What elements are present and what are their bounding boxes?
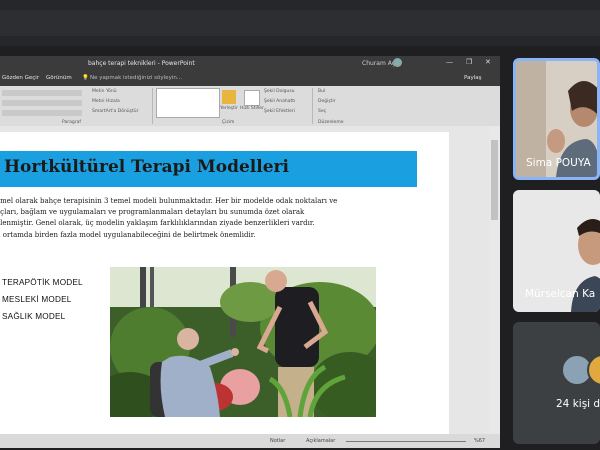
shape-effects-button[interactable]: Şekil Efektleri	[264, 109, 295, 114]
text-direction-button[interactable]: Metin Yönü	[92, 89, 117, 94]
paragraph-controls[interactable]	[2, 110, 82, 116]
arrange-icon[interactable]	[222, 90, 236, 104]
paragraph-line: elenmiştir. Genel olarak, üç modelin yak…	[0, 219, 315, 228]
group-label-paragraph: Paragraf	[62, 120, 81, 125]
quick-styles-button[interactable]: Hızlı Stiller	[240, 106, 264, 111]
tell-me-search[interactable]: Ne yapmak istediğinizi söyleyin...	[90, 75, 182, 81]
tab-review[interactable]: Gözden Geçir	[2, 75, 39, 81]
slide-canvas[interactable]: Hortkültürel Terapi Modelleri emel olara…	[0, 132, 449, 435]
tab-view[interactable]: Görünüm	[46, 75, 72, 81]
paragraph-controls[interactable]	[2, 100, 82, 106]
maximize-button[interactable]: ❐	[466, 58, 472, 66]
zoom-level[interactable]: %67	[474, 438, 485, 444]
paragraph-line: emel olarak bahçe terapisinin 3 temel mo…	[0, 197, 338, 205]
find-button[interactable]: Bul	[318, 89, 325, 94]
participant-tile-sima[interactable]: Sima POUYA	[513, 58, 600, 180]
participant-name: Sima POUYA	[526, 157, 591, 169]
zoom-slider[interactable]	[346, 441, 466, 442]
slide-title: Hortkültürel Terapi Modelleri	[4, 157, 289, 177]
shape-outline-button[interactable]: Şekil Anahattı	[264, 99, 295, 104]
avatar	[393, 58, 402, 67]
arrange-button[interactable]: Yerleştir	[220, 106, 238, 111]
slide-paragraph: emel olarak bahçe terapisinin 3 temel mo…	[0, 196, 370, 241]
others-tile[interactable]: 24 kişi d	[513, 322, 600, 444]
others-count-label: 24 kişi d	[556, 398, 600, 410]
list-item: MESLEKİ MODEL	[2, 295, 72, 304]
paragraph-controls[interactable]	[2, 90, 82, 96]
model-list: TERAPÖTİK MODEL MESLEKİ MODEL SAĞLIK MOD…	[2, 274, 83, 325]
list-item: TERAPÖTİK MODEL	[2, 278, 83, 287]
slide-editor: Hortkültürel Terapi Modelleri emel olara…	[0, 126, 500, 435]
notes-button[interactable]: Notlar	[270, 438, 285, 444]
group-label-editing: Düzenleme	[318, 120, 344, 125]
powerpoint-title-bar: bahçe terapi teknikleri - PowerPoint Chu…	[0, 56, 500, 72]
slide-title-bar: Hortkültürel Terapi Modelleri	[0, 151, 417, 187]
select-button[interactable]: Seç	[318, 109, 326, 114]
align-text-button[interactable]: Metni Hizala	[92, 99, 120, 104]
ribbon-tabs: Gözden Geçir Görünüm 💡 Ne yapmak istediğ…	[0, 72, 500, 86]
shared-screen: bahçe terapi teknikleri - PowerPoint Chu…	[0, 56, 500, 448]
smartart-button[interactable]: SmartArt'a Dönüştür	[92, 109, 138, 114]
list-item: SAĞLIK MODEL	[2, 312, 66, 321]
shapes-gallery[interactable]	[156, 88, 220, 118]
minimize-button[interactable]: —	[446, 58, 453, 66]
group-label-drawing: Çizim	[222, 120, 235, 125]
participant-tile-murselcan[interactable]: Mürselcan Ka	[513, 190, 600, 312]
participant-name: Mürselcan Ka	[525, 288, 596, 300]
lightbulb-icon: 💡	[82, 75, 89, 81]
meet-top-bar	[0, 0, 600, 46]
share-button[interactable]: Paylaş	[464, 75, 481, 81]
quick-styles-icon[interactable]	[244, 90, 260, 106]
replace-button[interactable]: Değiştir	[318, 99, 336, 104]
user-name[interactable]: Churam Aç	[362, 60, 395, 67]
window-title: bahçe terapi teknikleri - PowerPoint	[88, 60, 195, 67]
status-bar: Notlar Açıklamalar %67	[0, 434, 500, 448]
shape-fill-button[interactable]: Şekil Dolgusu	[264, 89, 295, 94]
slide-photo	[110, 267, 376, 417]
ribbon: Metin Yönü Metni Hizala SmartArt'a Dönüş…	[0, 86, 500, 127]
close-button[interactable]: ✕	[485, 58, 491, 66]
paragraph-line: açları, bağlam ve uygulamaları ve progra…	[0, 208, 305, 217]
comments-button[interactable]: Açıklamalar	[306, 438, 335, 444]
paragraph-line: n ortamda birden fazla model uygulanabil…	[0, 230, 256, 239]
vertical-scrollbar[interactable]	[489, 126, 500, 434]
